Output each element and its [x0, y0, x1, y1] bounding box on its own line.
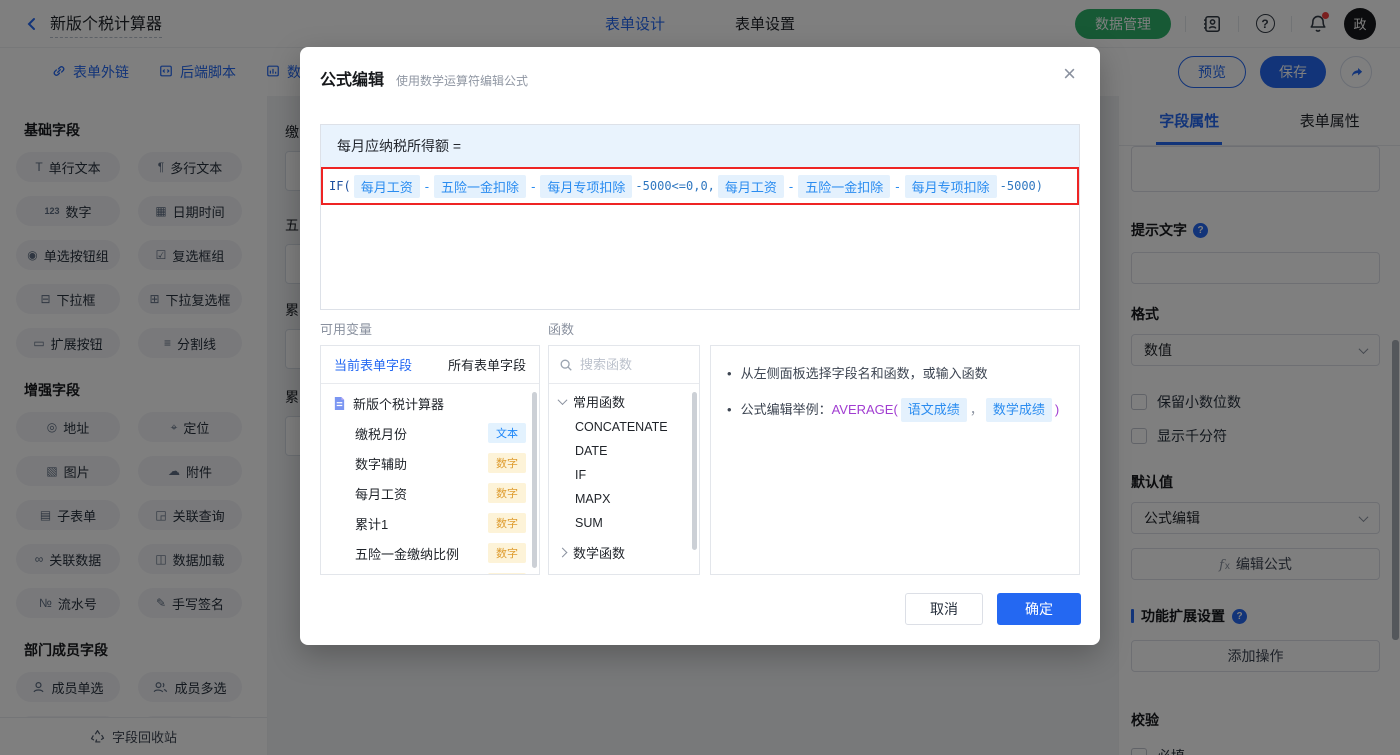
- function-group-label: 文本函数: [573, 574, 625, 575]
- variable-root-label: 新版个税计算器: [353, 396, 445, 412]
- variable-field-row[interactable]: 每月工资 数字: [321, 478, 539, 508]
- close-icon[interactable]: [1063, 63, 1076, 85]
- function-group[interactable]: 常用函数: [549, 387, 699, 415]
- modal-subtitle: 使用数学运算符编辑公式: [396, 74, 529, 88]
- function-group-label: 数学函数: [573, 545, 626, 561]
- formula-code-token: -: [531, 178, 536, 194]
- chevron-down-icon: [557, 394, 568, 405]
- available-variables-label: 可用变量: [320, 322, 373, 337]
- cancel-button[interactable]: 取消: [905, 593, 983, 625]
- search-icon: [560, 359, 572, 371]
- modal-title: 公式编辑: [320, 72, 385, 89]
- variable-field-row[interactable]: 五险一金扣除 数字: [321, 568, 539, 575]
- formula-code-token: -5000<=0,0,: [635, 179, 715, 193]
- function-tree: 常用函数 CONCATENATEDATEIFMAPXSUM 数学函数文本函数: [549, 387, 699, 575]
- variable-tree-root[interactable]: 新版个税计算器: [321, 388, 539, 418]
- function-search-input[interactable]: [580, 357, 680, 372]
- formula-code-token: -5000): [999, 179, 1043, 193]
- formula-editor-modal: 公式编辑 使用数学运算符编辑公式 每月应纳税所得额 = IF(每月工资-五险一金…: [300, 47, 1100, 645]
- function-item[interactable]: IF: [549, 463, 699, 487]
- formula-field-chip[interactable]: 每月专项扣除: [904, 174, 997, 198]
- help-example-prefix: 公式编辑举例：: [740, 402, 832, 417]
- variable-field-row[interactable]: 累计1 数字: [321, 508, 539, 538]
- field-type-badge: 文本: [488, 423, 526, 443]
- help-tip-1: 从左侧面板选择字段名和函数，或输入函数: [740, 366, 988, 381]
- formula-code-token: -: [788, 178, 794, 194]
- help-example-close: ): [1054, 402, 1060, 417]
- help-example-chip: 数学成绩: [985, 398, 1052, 422]
- formula-highlight-red-box: IF(每月工资 - 五险一金扣除 - 每月专项扣除 -5000<=0,0, 每月工资 - 五险一…: [321, 167, 1079, 205]
- variable-field-name: 五险一金缴纳比例: [355, 546, 460, 562]
- function-item[interactable]: MAPX: [549, 487, 699, 511]
- variables-scrollbar[interactable]: [532, 392, 537, 568]
- function-group[interactable]: 数学函数: [549, 538, 699, 566]
- function-item[interactable]: DATE: [549, 439, 699, 463]
- help-example-comma: ，: [969, 402, 983, 417]
- functions-panel: 常用函数 CONCATENATEDATEIFMAPXSUM 数学函数文本函数: [548, 345, 700, 575]
- tab-current-form-fields[interactable]: 当前表单字段: [334, 355, 412, 374]
- variable-field-list: 缴税月份文本数字辅助数字每月工资数字累计1数字五险一金缴纳比例数字五险一金扣除数…: [321, 418, 539, 575]
- function-search: [549, 346, 699, 384]
- functions-label: 函数: [548, 322, 575, 337]
- formula-code-token: IF(: [329, 179, 351, 193]
- variables-panel: 当前表单字段 所有表单字段 新版个税计算器 缴税月份 文本 数字辅助 数字 每月工资 数字…: [320, 345, 540, 575]
- formula-field-chip[interactable]: 每月工资: [353, 174, 420, 198]
- formula-box: 每月应纳税所得额 = IF(每月工资 - 五险一金扣除 - 每月专项扣除 -5000<=0…: [320, 124, 1080, 310]
- function-item[interactable]: SUM: [549, 511, 699, 535]
- field-type-badge: 数字: [488, 543, 526, 563]
- formula-field-chip[interactable]: 每月工资: [717, 174, 784, 198]
- formula-code-token: -: [424, 178, 430, 194]
- formula-expression[interactable]: IF(每月工资 - 五险一金扣除 - 每月专项扣除 -5000<=0,0, 每月工资 - 五险一…: [329, 174, 1043, 198]
- formula-code-token: -: [895, 178, 900, 194]
- field-type-badge: 数字: [488, 513, 526, 533]
- chevron-right-icon: [557, 547, 568, 557]
- field-type-badge: 数字: [488, 573, 526, 574]
- functions-scrollbar[interactable]: [692, 392, 697, 550]
- formula-field-chip[interactable]: 五险一金扣除: [434, 174, 527, 198]
- variable-field-name: 每月工资: [355, 486, 408, 502]
- variable-field-row[interactable]: 数字辅助 数字: [321, 448, 539, 478]
- function-group[interactable]: 文本函数: [549, 569, 699, 575]
- function-item[interactable]: CONCATENATE: [549, 415, 699, 439]
- function-group-label: 常用函数: [573, 394, 626, 410]
- help-example-function: AVERAGE(: [831, 402, 898, 417]
- formula-field-chip[interactable]: 五险一金扣除: [798, 174, 891, 198]
- help-example-chip: 语文成绩: [900, 398, 967, 422]
- confirm-button[interactable]: 确定: [997, 593, 1081, 625]
- variable-field-name: 数字辅助: [355, 456, 408, 472]
- form-doc-icon: [334, 396, 345, 410]
- field-type-badge: 数字: [488, 453, 526, 473]
- help-panel: 从左侧面板选择字段名和函数，或输入函数 公式编辑举例： AVERAGE( 语文成…: [710, 345, 1080, 575]
- variable-field-row[interactable]: 五险一金缴纳比例 数字: [321, 538, 539, 568]
- field-type-badge: 数字: [488, 483, 526, 503]
- formula-field-chip[interactable]: 每月专项扣除: [540, 174, 633, 198]
- tab-all-form-fields[interactable]: 所有表单字段: [448, 355, 526, 374]
- variable-field-name: 五险一金扣除: [355, 574, 433, 575]
- formula-result-label: 每月应纳税所得额 =: [321, 125, 1079, 167]
- variable-field-name: 累计1: [355, 516, 389, 532]
- variable-field-row[interactable]: 缴税月份 文本: [321, 418, 539, 448]
- variable-field-name: 缴税月份: [355, 426, 408, 442]
